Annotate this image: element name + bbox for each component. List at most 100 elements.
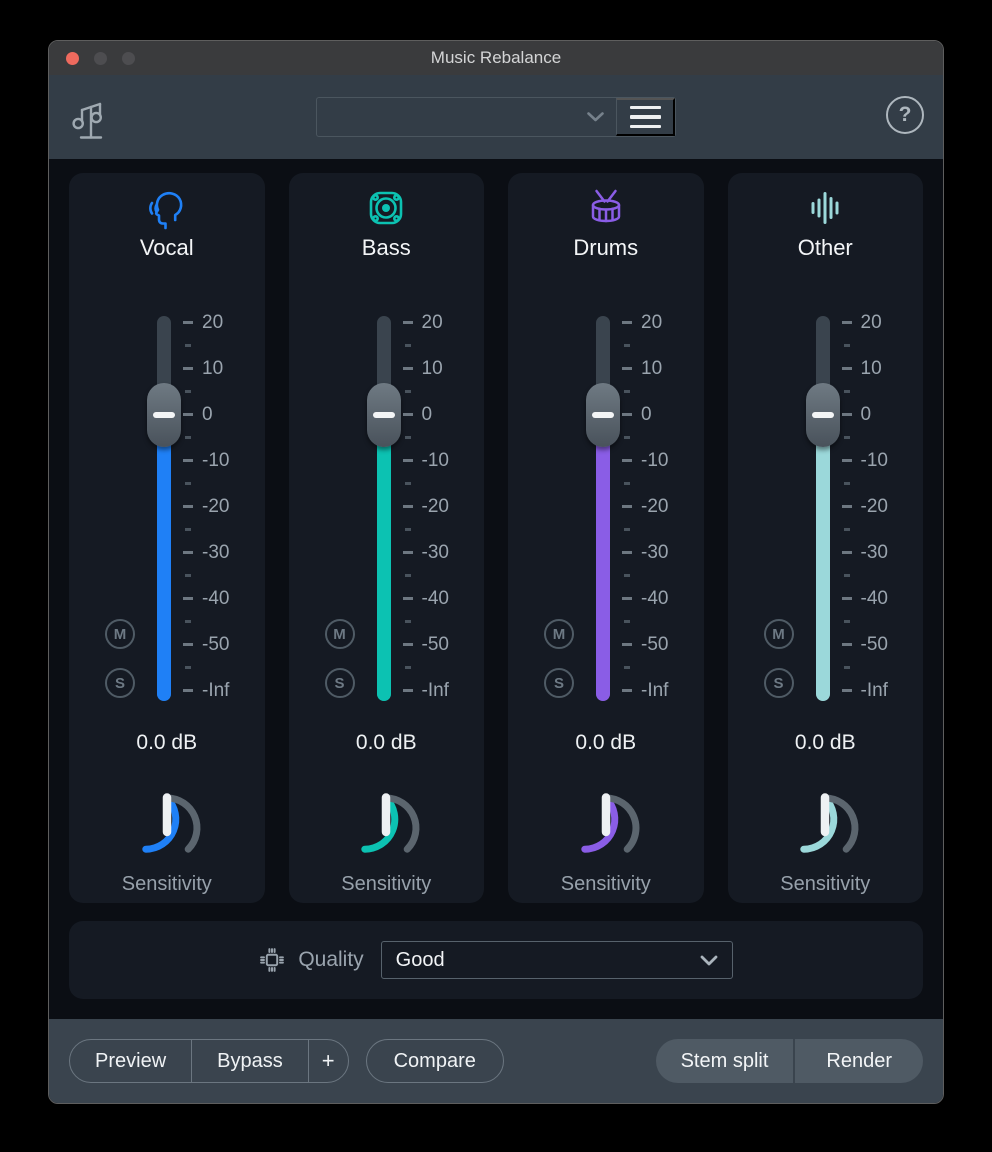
tick-label: -10	[202, 449, 229, 473]
hamburger-icon	[630, 106, 661, 110]
fader-handle[interactable]	[147, 383, 181, 447]
tick-label: 10	[202, 357, 223, 381]
main-content: Vocal 20 10 0 -10 -20 -30 -40	[49, 159, 943, 1019]
tick-label: 0	[202, 403, 213, 427]
tick-label: -10	[861, 449, 888, 473]
fader-fill	[157, 415, 171, 701]
preset-select[interactable]	[317, 98, 616, 136]
channel-name: Drums	[508, 235, 704, 261]
channel-strips: Vocal 20 10 0 -10 -20 -30 -40	[69, 173, 923, 903]
quality-value: Good	[396, 949, 445, 972]
fader-fill	[816, 415, 830, 701]
fader-fill	[596, 415, 610, 701]
fader-handle[interactable]	[806, 383, 840, 447]
mute-button[interactable]: M	[544, 619, 574, 649]
zoom-window-button[interactable]	[122, 52, 135, 65]
waveform-icon	[728, 185, 924, 231]
sensitivity-label: Sensitivity	[289, 873, 485, 896]
compare-button[interactable]: Compare	[366, 1039, 504, 1083]
channel-drums: Drums 20 10 0 -10 -20 -30 -40	[508, 173, 704, 903]
drums-sensitivity-knob[interactable]	[564, 786, 648, 870]
channel-other: Other 20 10 0 -10 -20 -30 -40	[728, 173, 924, 903]
tick-label: 20	[641, 311, 662, 335]
gain-value: 0.0 dB	[289, 731, 485, 755]
plugin-window: Music Rebalance ?	[48, 40, 944, 1104]
fader-minor-ticks	[185, 344, 191, 669]
tick-label: 10	[861, 357, 882, 381]
vocal-icon	[69, 185, 265, 231]
fader-handle[interactable]	[367, 383, 401, 447]
bass-sensitivity-knob[interactable]	[344, 786, 428, 870]
sensitivity-label: Sensitivity	[508, 873, 704, 896]
bypass-button[interactable]: Bypass	[191, 1040, 308, 1082]
tick-label: -50	[422, 633, 449, 657]
fader-fill	[377, 415, 391, 701]
fader-grip	[153, 412, 175, 418]
quality-label: Quality	[298, 948, 363, 972]
channel-name: Bass	[289, 235, 485, 261]
tick-label: -10	[422, 449, 449, 473]
add-button[interactable]: +	[308, 1040, 348, 1082]
preset-menu-button[interactable]	[616, 98, 675, 136]
tick-label: -10	[641, 449, 668, 473]
transport-group: Preview Bypass +	[69, 1039, 349, 1083]
tick-label: -30	[202, 541, 229, 565]
other-gain-fader: 20 10 0 -10 -20 -30 -40 -50 -Inf M S	[728, 316, 924, 701]
tick-label: -Inf	[641, 679, 668, 703]
solo-button[interactable]: S	[544, 668, 574, 698]
stem-split-button[interactable]: Stem split	[656, 1039, 794, 1083]
solo-button[interactable]: S	[105, 668, 135, 698]
minimize-window-button[interactable]	[94, 52, 107, 65]
tick-label: 0	[641, 403, 652, 427]
tick-label: -40	[861, 587, 888, 611]
window-title: Music Rebalance	[431, 48, 561, 68]
tick-label: -20	[861, 495, 888, 519]
toolbar: ?	[49, 75, 943, 159]
tick-label: 20	[422, 311, 443, 335]
channel-name: Other	[728, 235, 924, 261]
solo-button[interactable]: S	[325, 668, 355, 698]
tick-label: -30	[641, 541, 668, 565]
tick-label: -Inf	[202, 679, 229, 703]
tick-label: 20	[861, 311, 882, 335]
preset-combo	[316, 97, 676, 137]
chevron-down-icon	[700, 955, 718, 966]
fader-grip	[373, 412, 395, 418]
tick-label: -50	[202, 633, 229, 657]
channel-bass: Bass 20 10 0 -10 -20 -30 -40	[289, 173, 485, 903]
quality-select[interactable]: Good	[381, 941, 733, 979]
footer-bar: Preview Bypass + Compare Stem split Rend…	[49, 1019, 943, 1103]
solo-button[interactable]: S	[764, 668, 794, 698]
chevron-down-icon	[587, 112, 604, 122]
vocal-sensitivity-knob[interactable]	[125, 786, 209, 870]
fader-minor-ticks	[844, 344, 850, 669]
vocal-gain-fader: 20 10 0 -10 -20 -30 -40 -50 -Inf M S	[69, 316, 265, 701]
channel-name: Vocal	[69, 235, 265, 261]
tick-label: -40	[641, 587, 668, 611]
speaker-icon	[289, 185, 485, 231]
sensitivity-label: Sensitivity	[69, 873, 265, 896]
fader-handle[interactable]	[586, 383, 620, 447]
tick-label: -40	[422, 587, 449, 611]
close-window-button[interactable]	[66, 52, 79, 65]
preview-button[interactable]: Preview	[70, 1040, 191, 1082]
tick-label: -20	[422, 495, 449, 519]
bass-gain-fader: 20 10 0 -10 -20 -30 -40 -50 -Inf M S	[289, 316, 485, 701]
fader-grip	[592, 412, 614, 418]
help-button[interactable]: ?	[886, 96, 924, 134]
drums-gain-fader: 20 10 0 -10 -20 -30 -40 -50 -Inf M S	[508, 316, 704, 701]
tick-label: -20	[202, 495, 229, 519]
tick-label: -50	[641, 633, 668, 657]
tick-label: 0	[422, 403, 433, 427]
mute-button[interactable]: M	[325, 619, 355, 649]
mute-button[interactable]: M	[105, 619, 135, 649]
tick-label: -30	[861, 541, 888, 565]
mute-button[interactable]: M	[764, 619, 794, 649]
tick-label: 10	[422, 357, 443, 381]
quality-panel: Quality Good	[69, 921, 923, 999]
render-button[interactable]: Render	[793, 1039, 923, 1083]
other-sensitivity-knob[interactable]	[783, 786, 867, 870]
drum-icon	[508, 185, 704, 231]
tick-label: -Inf	[422, 679, 449, 703]
channel-vocal: Vocal 20 10 0 -10 -20 -30 -40	[69, 173, 265, 903]
